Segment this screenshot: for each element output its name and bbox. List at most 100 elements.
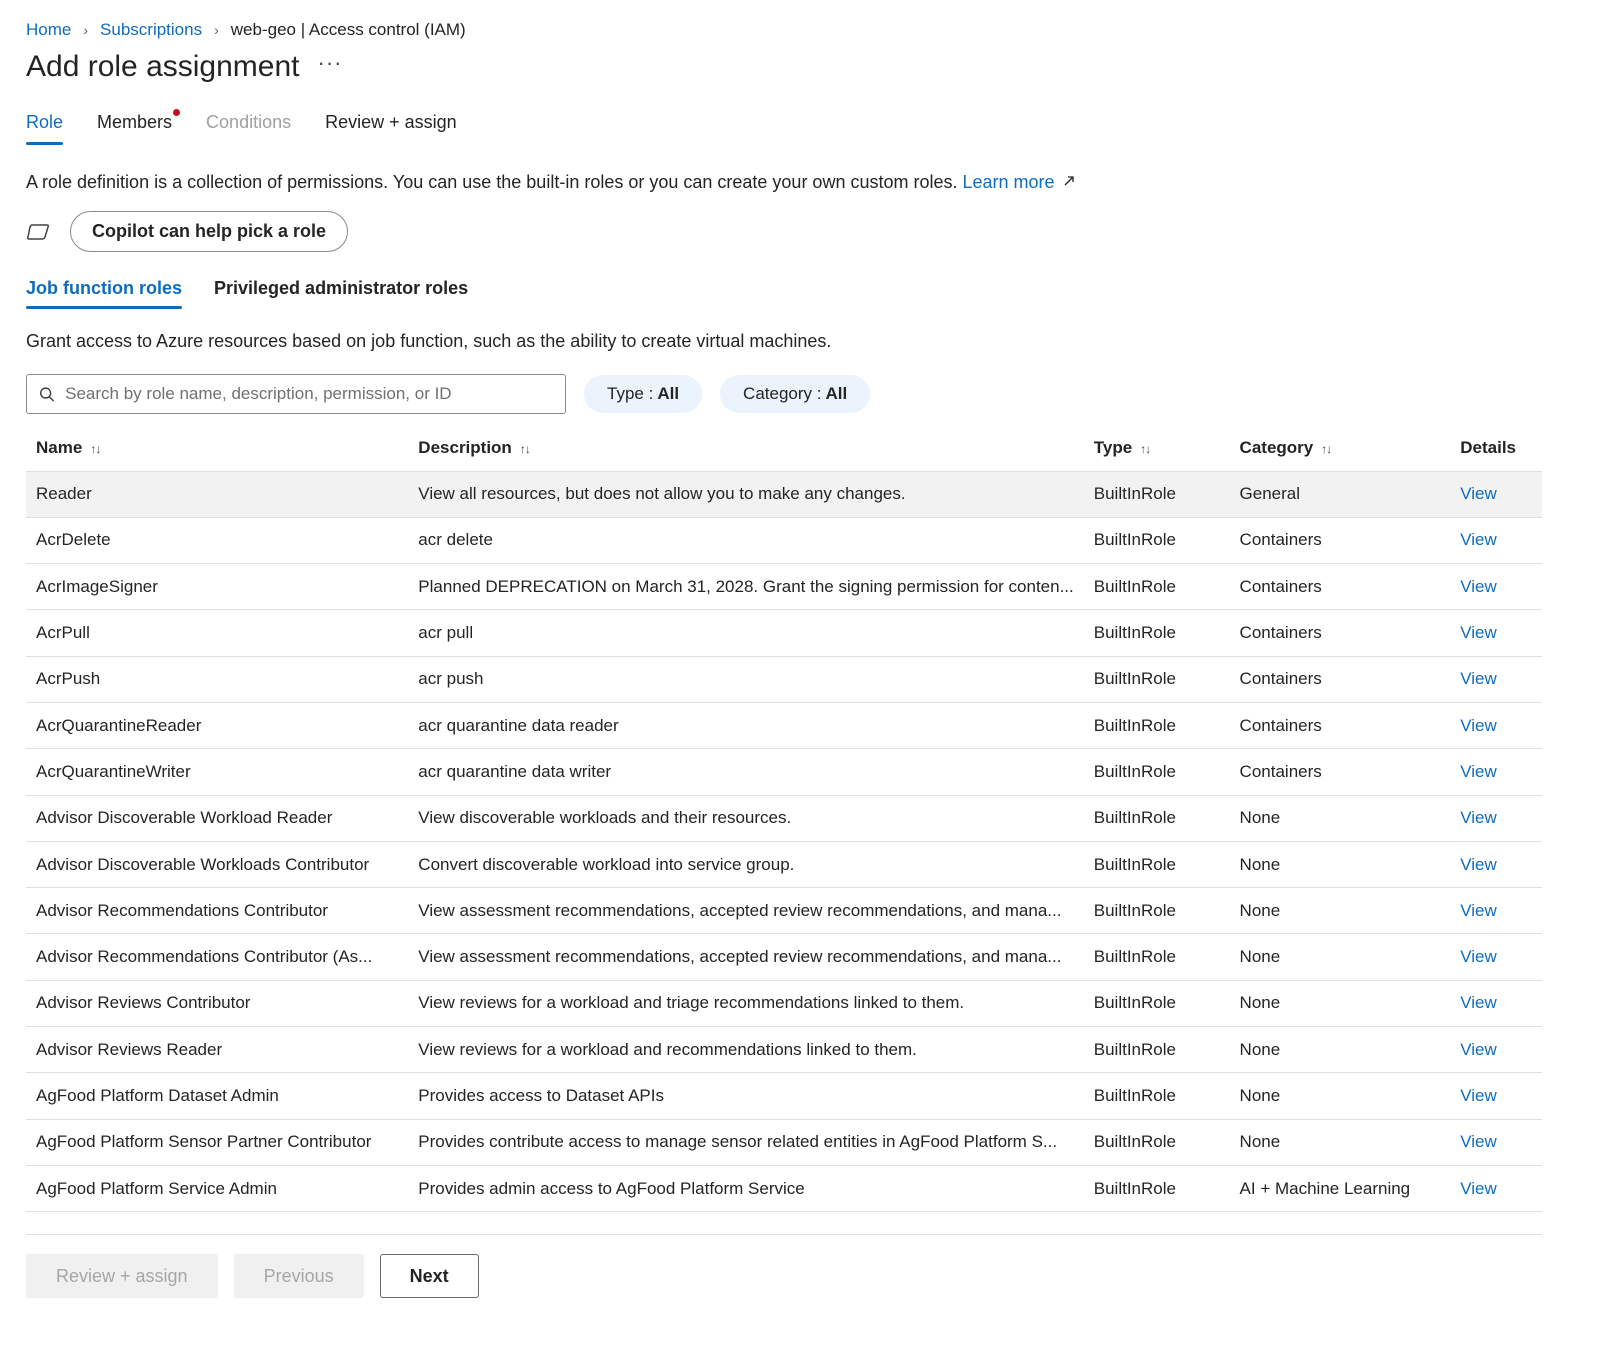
cell-type: BuiltInRole [1083, 563, 1230, 611]
cell-type: BuiltInRole [1083, 980, 1230, 1028]
table-row[interactable]: AcrDelete acr delete BuiltInRole Containers… [26, 517, 1542, 565]
category-filter-pill[interactable]: Category : All [720, 375, 871, 413]
sort-icon[interactable]: ↑↓ [1321, 442, 1332, 456]
cell-name: AcrImageSigner [26, 563, 409, 611]
cell-type: BuiltInRole [1083, 1026, 1230, 1074]
sort-icon[interactable]: ↑↓ [1140, 442, 1151, 456]
cell-details: View [1450, 609, 1542, 657]
next-button[interactable]: Next [379, 1254, 479, 1298]
sort-icon[interactable]: ↑↓ [520, 442, 531, 456]
copilot-help-button[interactable]: Copilot can help pick a role [70, 211, 349, 252]
view-details-link[interactable]: View [1460, 762, 1497, 781]
cell-category: None [1229, 980, 1451, 1028]
view-details-link[interactable]: View [1460, 530, 1497, 549]
view-details-link[interactable]: View [1460, 1132, 1497, 1151]
tab-review-assign[interactable]: Review + assign [325, 112, 457, 145]
cell-category: None [1229, 795, 1451, 842]
external-link-icon [1064, 176, 1074, 186]
tab-description: Grant access to Azure resources based on… [26, 331, 832, 351]
cell-description: View reviews for a workload and recommen… [408, 1026, 1084, 1074]
cell-details: View [1450, 1119, 1542, 1166]
table-row[interactable]: Advisor Reviews Reader View reviews for a… [26, 1026, 1542, 1074]
column-header-name[interactable]: Name ↑↓ [26, 425, 409, 472]
more-options-icon[interactable]: ··· [318, 52, 343, 74]
cell-category: Containers [1229, 702, 1451, 750]
view-details-link[interactable]: View [1460, 947, 1497, 966]
table-row[interactable]: AcrPush acr push BuiltInRole Containers View [26, 656, 1542, 703]
table-row[interactable]: Advisor Reviews Contributor View reviews … [26, 980, 1542, 1028]
cell-details: View [1450, 748, 1542, 796]
table-row[interactable]: Advisor Discoverable Workload Reader View… [26, 795, 1542, 842]
search-input[interactable] [65, 384, 553, 404]
tab-job-function-roles[interactable]: Job function roles [26, 278, 183, 309]
view-details-link[interactable]: View [1460, 1179, 1497, 1198]
column-header-category[interactable]: Category ↑↓ [1229, 425, 1451, 472]
cell-name: Advisor Reviews Contributor [26, 980, 409, 1028]
cell-category: None [1229, 933, 1451, 981]
cell-category: None [1229, 841, 1451, 889]
table-row[interactable]: Advisor Discoverable Workloads Contribut… [26, 841, 1542, 889]
table-row[interactable]: Advisor Recommendations Contributor (As.… [26, 933, 1542, 981]
table-row[interactable]: AgFood Platform Dataset Admin Provides ac… [26, 1072, 1542, 1120]
cell-description: View reviews for a workload and triage r… [408, 980, 1084, 1028]
table-row[interactable]: AgFood Platform Service Admin Provides ad… [26, 1165, 1542, 1213]
cell-name: AcrPull [26, 609, 409, 657]
category-filter-value: All [825, 384, 848, 403]
sort-icon[interactable]: ↑↓ [90, 442, 101, 456]
type-filter-value: All [657, 384, 680, 403]
breadcrumb-subscriptions[interactable]: Subscriptions [100, 20, 202, 40]
tab-privileged-administrator-roles[interactable]: Privileged administrator roles [214, 278, 468, 309]
breadcrumb: Home › Subscriptions › web-geo | Access … [26, 20, 466, 40]
breadcrumb-home[interactable]: Home [26, 20, 71, 40]
type-filter-pill[interactable]: Type : All [584, 375, 703, 413]
previous-button: Previous [233, 1254, 364, 1298]
breadcrumb-current: web-geo | Access control (IAM) [230, 20, 466, 39]
table-row[interactable]: AcrImageSigner Planned DEPRECATION on Mar… [26, 563, 1542, 611]
table-row[interactable]: AcrQuarantineReader acr quarantine data r… [26, 702, 1542, 750]
view-details-link[interactable]: View [1460, 1086, 1497, 1105]
table-row[interactable]: Reader View all resources, but does not a… [26, 471, 1542, 518]
view-details-link[interactable]: View [1460, 716, 1497, 735]
column-header-type[interactable]: Type ↑↓ [1083, 425, 1230, 472]
cell-description: View assessment recommendations, accepte… [408, 933, 1084, 981]
view-details-link[interactable]: View [1460, 993, 1497, 1012]
cell-description: Planned DEPRECATION on March 31, 2028. G… [408, 563, 1084, 611]
column-header-description[interactable]: Description ↑↓ [408, 425, 1084, 472]
cell-category: AI + Machine Learning [1229, 1165, 1451, 1213]
intro-text: A role definition is a collection of per… [26, 172, 1075, 193]
cell-type: BuiltInRole [1083, 841, 1230, 889]
cell-details: View [1450, 1072, 1542, 1120]
view-details-link[interactable]: View [1460, 577, 1497, 596]
cell-details: View [1450, 1026, 1542, 1074]
cell-name: Advisor Discoverable Workload Reader [26, 795, 409, 842]
tab-role[interactable]: Role [26, 112, 64, 145]
cell-description: Convert discoverable workload into servi… [408, 841, 1084, 889]
cell-name: Advisor Reviews Reader [26, 1026, 409, 1074]
learn-more-link[interactable]: Learn more [963, 172, 1075, 192]
table-row[interactable]: AcrQuarantineWriter acr quarantine data w… [26, 748, 1542, 796]
cell-details: View [1450, 656, 1542, 703]
view-details-link[interactable]: View [1460, 669, 1497, 688]
view-details-link[interactable]: View [1460, 484, 1497, 503]
cell-name: AgFood Platform Dataset Admin [26, 1072, 409, 1120]
view-details-link[interactable]: View [1460, 1040, 1497, 1059]
table-row[interactable]: AgFood Platform Sensor Partner Contribut… [26, 1119, 1542, 1166]
breadcrumb-separator: › [83, 22, 89, 38]
cell-name: Reader [26, 471, 409, 518]
view-details-link[interactable]: View [1460, 623, 1497, 642]
search-box[interactable] [26, 374, 566, 414]
cell-category: None [1229, 887, 1451, 935]
view-details-link[interactable]: View [1460, 901, 1497, 920]
view-details-link[interactable]: View [1460, 855, 1497, 874]
table-row[interactable]: AcrPull acr pull BuiltInRole Containers View [26, 609, 1542, 657]
tab-members[interactable]: Members [97, 109, 181, 145]
cell-description: Provides admin access to AgFood Platform… [408, 1165, 1084, 1213]
view-details-link[interactable]: View [1460, 808, 1497, 827]
table-row[interactable]: Advisor Recommendations Contributor View … [26, 887, 1542, 935]
cell-category: Containers [1229, 609, 1451, 657]
breadcrumb-separator: › [214, 22, 219, 38]
cell-details: View [1450, 887, 1542, 935]
cell-description: acr push [408, 656, 1084, 703]
roles-table: Name ↑↓ Description ↑↓ Type ↑↓ Category ↑↓ D… [26, 425, 1542, 1213]
cell-name: AcrQuarantineWriter [26, 748, 409, 796]
